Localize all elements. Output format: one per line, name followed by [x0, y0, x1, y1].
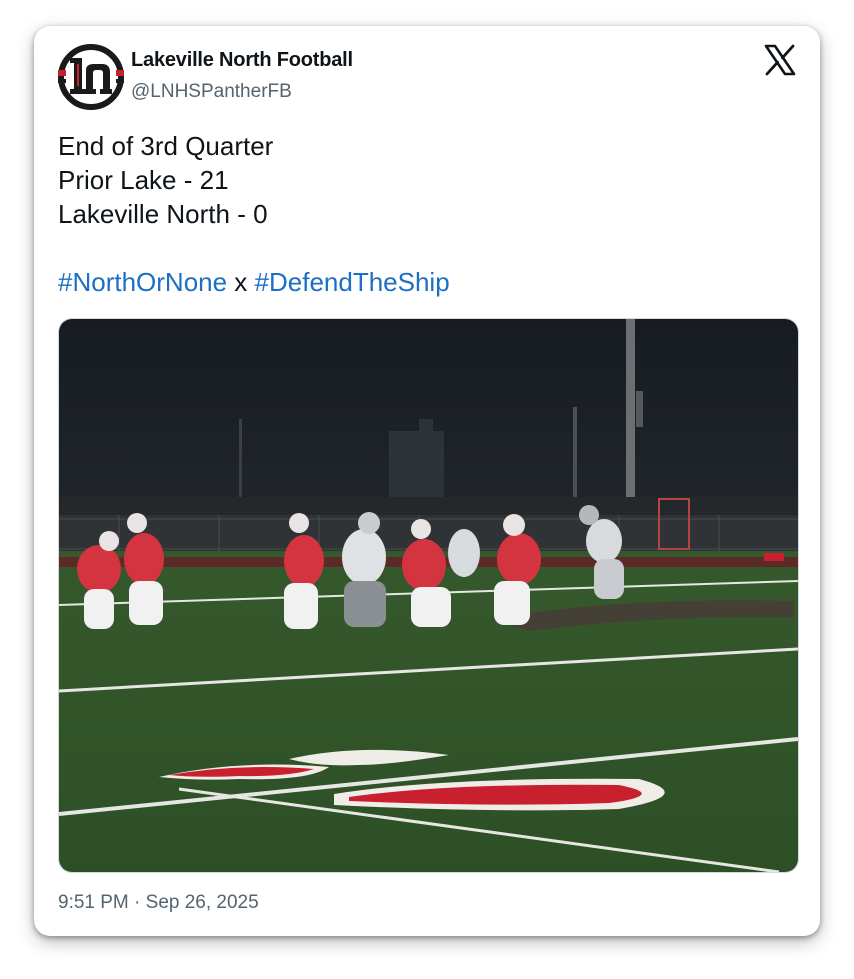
tweet-line: End of 3rd Quarter [58, 131, 274, 161]
tweet-timestamp[interactable]: 9:51 PM · Sep 26, 2025 [58, 892, 259, 914]
hashtag-separator: x [227, 267, 255, 297]
author-handle[interactable]: @LNHSPantherFB [131, 81, 292, 103]
ln-logo-icon [57, 43, 125, 111]
avatar[interactable] [56, 42, 126, 112]
tweet-line: Prior Lake - 21 [58, 165, 229, 195]
media-photo[interactable] [58, 318, 799, 873]
author-display-name[interactable]: Lakeville North Football [131, 49, 353, 72]
tweet-text: End of 3rd Quarter Prior Lake - 21 Lakev… [58, 129, 450, 299]
hashtag-defend-the-ship[interactable]: #DefendTheShip [255, 267, 450, 297]
tweet-line: Lakeville North - 0 [58, 199, 268, 229]
tweet-card[interactable]: Lakeville North Football @LNHSPantherFB … [34, 26, 820, 936]
x-logo-icon[interactable] [764, 44, 796, 76]
football-field-photo [59, 319, 798, 872]
hashtag-north-or-none[interactable]: #NorthOrNone [58, 267, 227, 297]
hashtag-line: #NorthOrNone x #DefendTheShip [58, 265, 450, 299]
